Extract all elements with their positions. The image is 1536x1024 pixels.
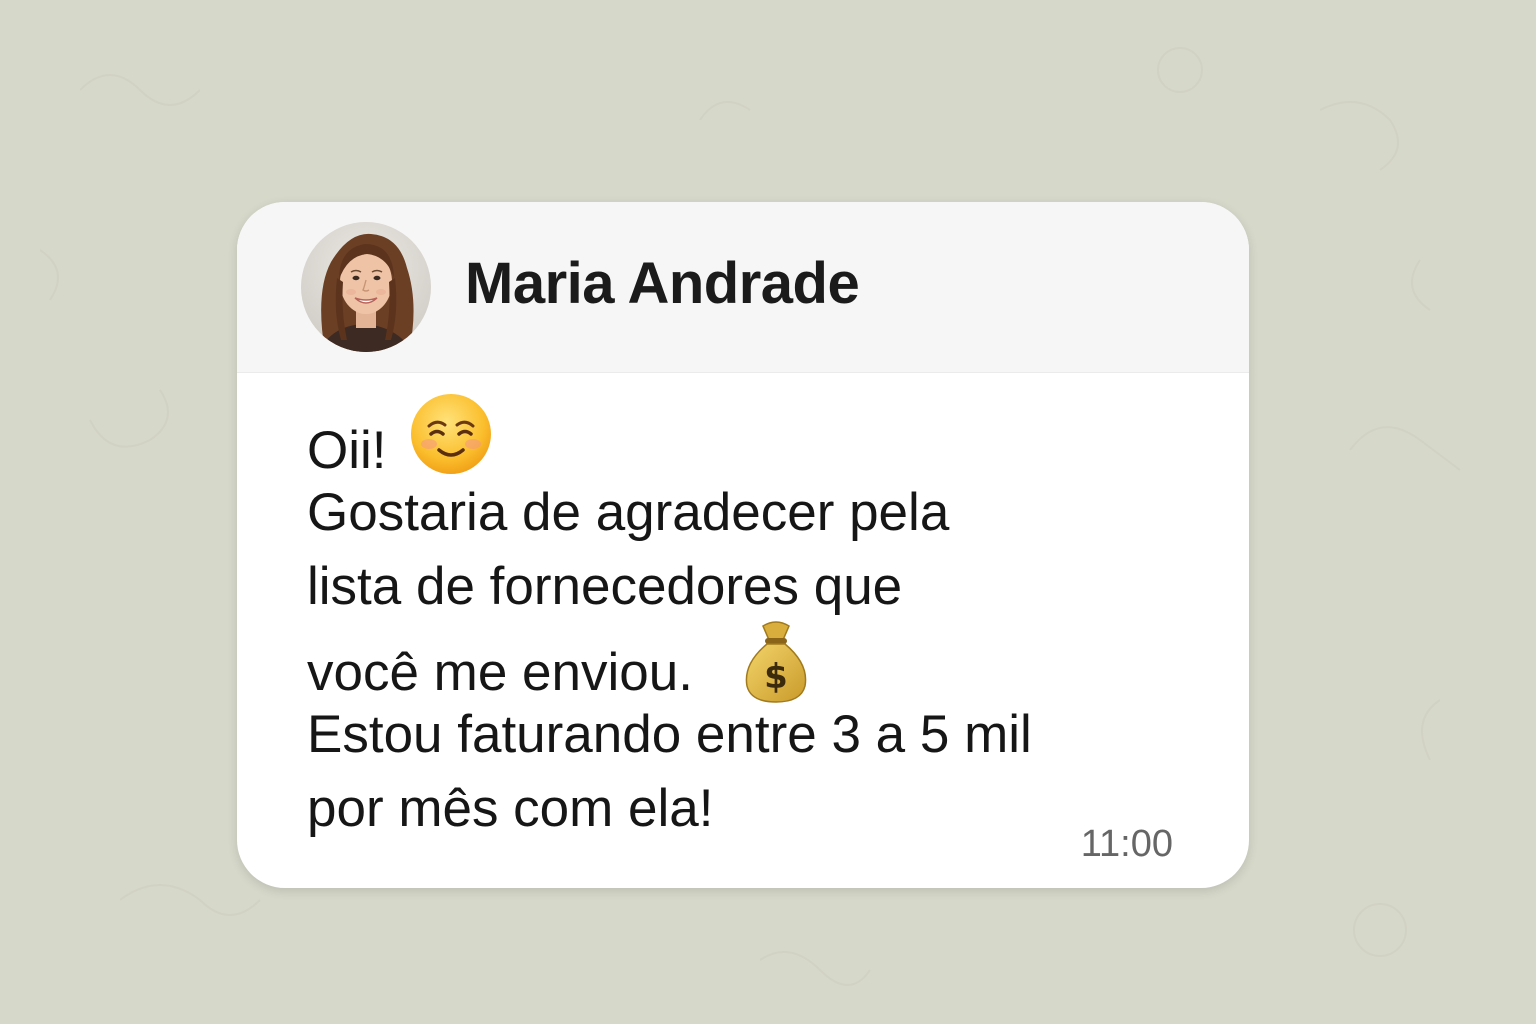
message-line-6: por mês com ela! (307, 779, 714, 838)
message-line: lista de fornecedores que (307, 550, 1207, 624)
message-timestamp: 11:00 (1080, 823, 1173, 865)
message-line: Gostaria de agradecer pela (307, 476, 1207, 550)
message-line: você me enviou. $ (307, 621, 1207, 703)
message-line-5: Estou faturando entre 3 a 5 mil (307, 705, 1032, 764)
message-line-3: lista de fornecedores que (307, 557, 903, 616)
message-line: Estou faturando entre 3 a 5 mil (307, 698, 1207, 772)
message-line: por mês com ela! (307, 772, 1207, 846)
message-line-1: Oii! (307, 421, 387, 480)
message-text: Oii! Gostaria de agradecer pela lista de… (307, 394, 1207, 846)
message-bubble[interactable]: Maria Andrade Oii! Gostaria de agradecer… (237, 202, 1249, 888)
message-line: Oii! (307, 394, 1207, 480)
svg-text:$: $ (764, 657, 788, 697)
contact-avatar[interactable] (301, 222, 431, 352)
message-line-2: Gostaria de agradecer pela (307, 483, 950, 542)
contact-header: Maria Andrade (237, 202, 1249, 373)
profile-photo-icon (301, 222, 431, 352)
contact-name[interactable]: Maria Andrade (465, 250, 860, 317)
message-line-4: você me enviou. (307, 643, 693, 702)
